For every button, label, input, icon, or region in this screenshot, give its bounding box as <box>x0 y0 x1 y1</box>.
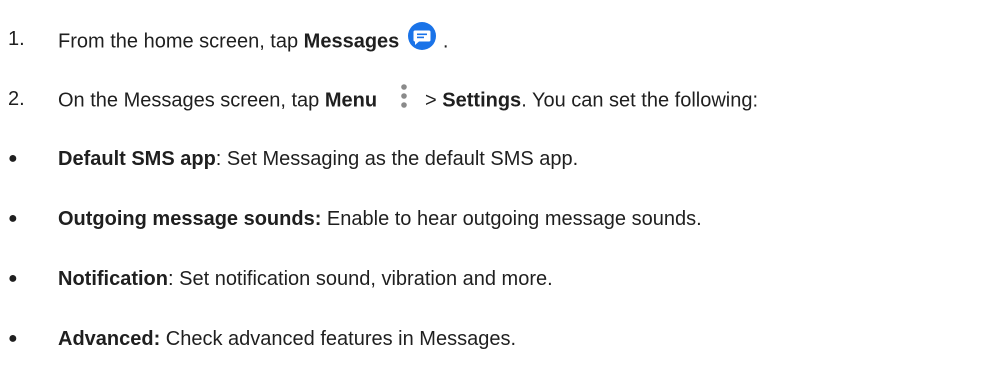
step-prefix: From the home screen, tap <box>58 30 304 53</box>
bullet-icon: ● <box>8 210 18 227</box>
bullet-desc: Check advanced features in Messages. <box>160 328 517 350</box>
step-text: From the home screen, tap Messages . <box>58 22 449 57</box>
messages-icon <box>408 22 437 50</box>
step-prefix: On the Messages screen, tap <box>58 89 325 112</box>
bullet-desc: : Set notification sound, vibration and … <box>168 268 553 290</box>
bullet-term: Default SMS app <box>58 148 216 170</box>
step-number: 1. <box>8 28 25 50</box>
bullet-text: Outgoing message sounds: Enable to hear … <box>58 207 702 231</box>
bullet-text: Advanced: Check advanced features in Mes… <box>58 327 516 351</box>
step-suffix: . <box>437 30 449 53</box>
step-number: 2. <box>8 88 25 110</box>
bullet-icon: ● <box>8 150 18 167</box>
settings-label: Settings <box>442 89 522 112</box>
bullet-icon: ● <box>8 270 18 287</box>
step-text: On the Messages screen, tap Menu > Setti… <box>58 84 759 115</box>
bullet-term: Outgoing message sounds: <box>58 208 322 230</box>
bullet-icon: ● <box>8 330 18 347</box>
bullet-text: Default SMS app: Set Messaging as the de… <box>58 147 578 171</box>
step-middle: > <box>425 89 443 112</box>
messages-label: Messages <box>303 30 400 53</box>
bullet-term: Notification <box>58 268 168 290</box>
step-suffix: . You can set the following: <box>521 89 759 112</box>
bullet-text: Notification: Set notification sound, vi… <box>58 267 553 291</box>
menu-label: Menu <box>324 89 378 112</box>
more-vertical-icon <box>401 84 407 108</box>
bullet-desc: : Set Messaging as the default SMS app. <box>215 148 579 170</box>
bullet-desc: Enable to hear outgoing message sounds. <box>321 208 702 230</box>
bullet-term: Advanced: <box>58 328 161 350</box>
